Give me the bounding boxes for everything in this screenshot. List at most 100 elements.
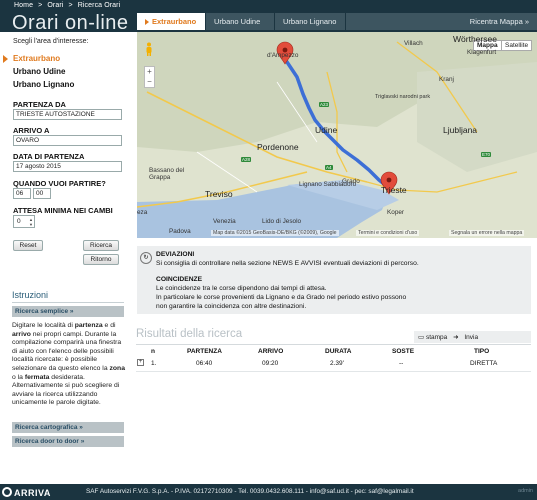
arrivo-label: ARRIVO A [13,126,50,135]
zoom-out-button[interactable]: − [145,77,154,87]
table-cell: 2.39' [330,360,344,367]
tab-ricentra-mappa[interactable]: Ricentra Mappa » [346,13,537,30]
breadcrumb-home[interactable]: Home [14,2,33,9]
map-label: Koper [387,209,405,216]
ricerca-cartografica-toggle[interactable]: Ricerca cartografica » [12,422,124,433]
table-cell: -- [399,360,404,367]
map-label: Klagenfurt [467,49,497,56]
divider [12,302,124,303]
map-label: Bassano del Grappa [149,167,185,181]
ricerca-door-to-door-toggle[interactable]: Ricerca door to door » [12,436,124,447]
map-label: Kranj [439,76,454,83]
map-type-satellite-button[interactable]: Satellite [501,40,533,51]
road-badge: A23 [319,102,330,107]
arriva-logo[interactable]: ARRIVA [2,487,51,498]
area-label: Scegli l'area d'interesse: [13,38,89,45]
print-icon[interactable]: ▭ [418,334,424,341]
zoom-in-button[interactable]: + [145,67,154,77]
search-sidebar: Scegli l'area d'interesse: Extraurbano U… [0,32,131,484]
map-label: Wörthersee [453,34,497,44]
map-label: Triglavski narodni park [375,94,431,100]
map-label: Ljubljana [443,125,478,135]
footer: ARRIVA SAF Autoservizi F.V.G. S.p.A. - P… [0,484,537,500]
road-badge: A28 [241,157,252,162]
notice-title-deviazioni: DEVIAZIONI [156,251,195,258]
footer-text: SAF Autoservizi F.V.G. S.p.A. - P.IVA. 0… [86,488,414,495]
attesa-label: ATTESA MINIMA NEI CAMBI [13,206,113,215]
arrow-icon [3,55,8,63]
tab-urbano-lignano[interactable]: Urbano Lignano [275,13,345,30]
map-label: Grado [342,178,360,185]
istruzioni-text: Digitare le località di partenza e di ar… [12,322,125,407]
column-header: TIPO [474,348,490,355]
column-header: ARRIVO [258,348,284,355]
column-header: DURATA [325,348,352,355]
map-label: Lido di Jesolo [262,218,302,225]
zoom-control[interactable]: + − [144,66,155,88]
map-label: eza [137,209,148,216]
partenza-label: PARTENZA DA [13,100,66,109]
notice-title-coincidenze: COINCIDENZE [156,276,203,283]
mode-urbano-lignano[interactable]: Urbano Lignano [13,80,74,89]
quando-label: QUANDO VUOI PARTIRE? [13,179,106,188]
road-badge: A4 [325,165,333,170]
map-report-link[interactable]: Segnala un errore nella mappa [449,230,525,236]
map-canvas [137,32,537,238]
results-title: Risultati della ricerca [136,328,243,340]
divider [136,371,531,372]
notice-text: In particolare le corse provenienti da L… [156,294,407,301]
hour-input[interactable]: 06 [13,188,31,199]
ricerca-button[interactable]: Ricerca [83,240,119,251]
notice-text-deviazioni: Si consiglia di controllare nella sezion… [156,260,419,267]
map-label: Udine [315,125,338,135]
column-header: PARTENZA [187,348,222,355]
table-cell: DIRETTA [470,360,498,367]
expand-row-button[interactable]: + [137,359,144,366]
breadcrumb-ricerca-orari: Ricerca Orari [77,2,121,9]
istruzioni-heading: Istruzioni [12,290,49,300]
map-label: Venezia [213,218,236,225]
arrow-right-icon: ➜ [453,334,459,341]
info-icon: ↻ [140,252,152,264]
map-label: Padova [169,228,191,235]
arrow-icon [145,19,149,26]
pegman-icon[interactable] [145,42,153,56]
reset-button[interactable]: Reset [13,240,43,251]
stepper-arrows-icon[interactable]: ▲ ▼ [29,217,33,227]
stampa-link[interactable]: stampa [426,334,447,341]
date-input[interactable]: 17 agosto 2015 [13,161,122,172]
map-label: d'Ampezzo [267,52,299,59]
table-cell: 06:40 [196,360,213,367]
arrivo-input[interactable]: OVARO [13,135,122,146]
column-header: SOSTE [392,348,415,355]
breadcrumb: Home > Orari > Ricerca Orari [14,2,121,9]
results-actions: ▭ stampa ➜ Invia [414,331,531,343]
map-label: Treviso [205,189,233,199]
notice-text: Le coincidenze tra le corse dipendono da… [156,285,327,292]
partenza-input[interactable]: TRIESTE AUTOSTAZIONE [13,109,122,120]
page-title: Orari on-line [12,12,129,34]
tab-urbano-udine[interactable]: Urbano Udine [206,13,274,30]
breadcrumb-orari[interactable]: Orari [47,2,63,9]
top-header: Home > Orari > Ricerca Orari Orari on-li… [0,0,537,34]
mode-urbano-udine[interactable]: Urbano Udine [13,67,65,76]
route-map[interactable]: + − Mappa Satellite Villach Wörthersee K… [137,32,537,238]
road-badge: E70 [481,152,492,157]
ricerca-semplice-toggle[interactable]: Ricerca semplice » [12,306,124,317]
table-cell: 1. [151,360,157,367]
divider [136,344,531,345]
notice-box: ↻ DEVIAZIONI Si consiglia di controllare… [137,246,531,314]
column-header: n [151,348,155,355]
mode-extraurbano[interactable]: Extraurbano [3,54,60,63]
notice-text: non garantire la coincidenza con altre d… [156,303,307,310]
map-label: Trieste [381,185,407,195]
arriva-logo-icon [2,487,12,497]
attesa-stepper[interactable]: 0 ▲ ▼ [13,215,35,228]
tab-extraurbano[interactable]: Extraurbano [137,13,205,30]
data-label: DATA DI PARTENZA [13,152,85,161]
invia-link[interactable]: Invia [464,334,478,341]
ritorno-button[interactable]: Ritorno [83,254,119,265]
admin-link[interactable]: admin [518,488,533,494]
map-terms-link[interactable]: Termini e condizioni d'uso [356,230,420,236]
minute-input[interactable]: 00 [33,188,51,199]
